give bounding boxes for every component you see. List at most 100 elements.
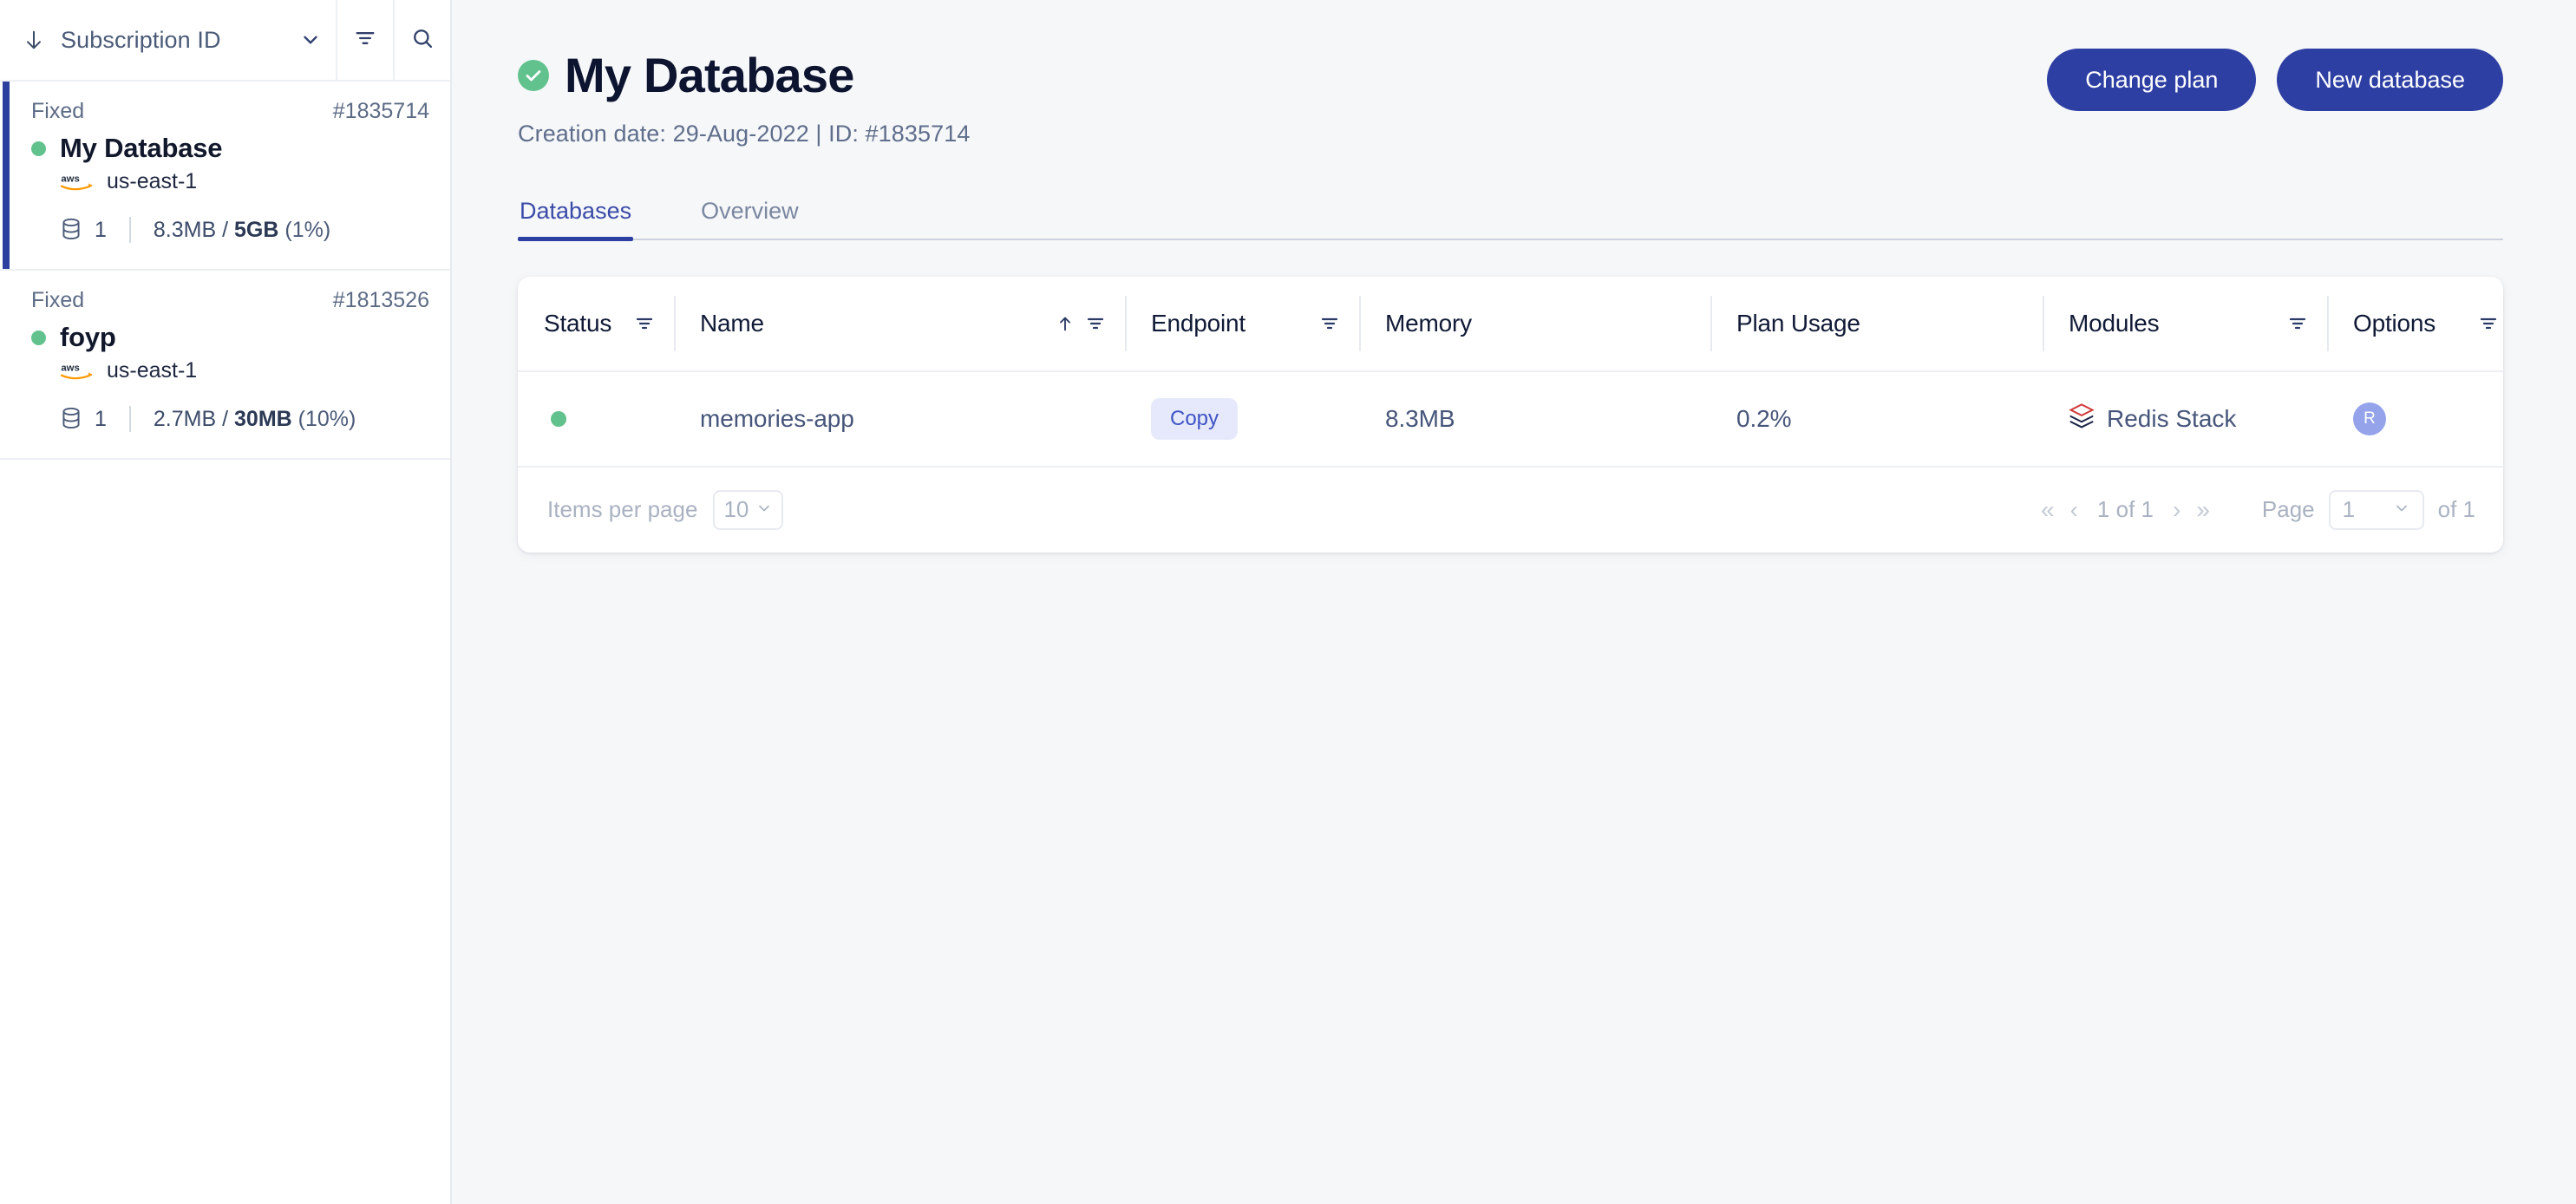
tab-overview[interactable]: Overview bbox=[699, 198, 816, 239]
subscription-plan: Fixed bbox=[31, 99, 85, 123]
table-row[interactable]: memories-app Copy 8.3MB 0.2% Redis Stack… bbox=[518, 372, 2503, 468]
sort-ascending-icon[interactable] bbox=[1056, 313, 1075, 334]
column-controls bbox=[634, 313, 674, 334]
status-dot-icon bbox=[31, 141, 46, 156]
cell-options: R bbox=[2327, 372, 2503, 466]
usage-separator: / bbox=[216, 406, 235, 431]
usage-separator: / bbox=[216, 217, 235, 242]
main-content: My Database Creation date: 29-Aug-2022 |… bbox=[452, 0, 2576, 1204]
column-header-name[interactable]: Name bbox=[674, 277, 1125, 370]
usage-percent: (1%) bbox=[284, 217, 331, 242]
subscription-name-row: My Database bbox=[31, 133, 429, 164]
subscription-meta: Fixed #1813526 bbox=[31, 288, 429, 313]
avatar[interactable]: R bbox=[2353, 402, 2386, 435]
sort-direction-icon[interactable] bbox=[19, 25, 49, 55]
column-label: Memory bbox=[1385, 309, 1472, 337]
subscription-meta: Fixed #1835714 bbox=[31, 99, 429, 124]
subscription-item-foyp[interactable]: Fixed #1813526 foyp aws us-east-1 1 2.7M… bbox=[0, 271, 450, 460]
subscription-list: Fixed #1835714 My Database aws us-east-1… bbox=[0, 82, 450, 1204]
subscription-region: us-east-1 bbox=[107, 169, 198, 193]
column-header-options[interactable]: Options bbox=[2327, 277, 2503, 370]
svg-text:aws: aws bbox=[61, 363, 79, 373]
filter-icon[interactable] bbox=[2287, 313, 2308, 334]
next-page-button[interactable]: › bbox=[2173, 497, 2180, 522]
column-label: Modules bbox=[2069, 309, 2160, 337]
sidebar-filter-button[interactable] bbox=[336, 0, 393, 81]
page-header: My Database Creation date: 29-Aug-2022 |… bbox=[452, 0, 2576, 147]
subscription-id: #1813526 bbox=[332, 288, 429, 312]
usage-total: 30MB bbox=[234, 406, 292, 431]
column-header-memory[interactable]: Memory bbox=[1359, 277, 1710, 370]
subscription-usage-row: 1 8.3MB / 5GB (1%) bbox=[60, 217, 429, 243]
check-circle-icon bbox=[518, 60, 549, 92]
change-plan-button[interactable]: Change plan bbox=[2047, 49, 2257, 111]
search-icon bbox=[410, 26, 435, 55]
database-icon bbox=[60, 217, 82, 243]
items-per-page-value: 10 bbox=[723, 496, 749, 523]
database-icon bbox=[60, 406, 82, 432]
databases-table-card: Status Name Endpoint Memory Plan Usage M… bbox=[518, 276, 2503, 553]
divider bbox=[128, 406, 131, 432]
column-controls bbox=[1319, 313, 1359, 334]
usage-total: 5GB bbox=[234, 217, 279, 242]
redis-stack-icon bbox=[2069, 402, 2095, 435]
page-label: Page bbox=[2261, 496, 2315, 523]
column-controls bbox=[1056, 313, 1125, 334]
subscription-plan: Fixed bbox=[31, 288, 85, 312]
aws-logo-icon: aws bbox=[60, 359, 95, 383]
subscription-usage-row: 1 2.7MB / 30MB (10%) bbox=[60, 406, 429, 432]
title-block: My Database Creation date: 29-Aug-2022 |… bbox=[518, 45, 970, 147]
table-footer: Items per page 10 « ‹ 1 of 1 › » Page 1 … bbox=[518, 468, 2503, 553]
filter-icon[interactable] bbox=[634, 313, 655, 334]
memory-value: 8.3MB bbox=[1385, 404, 1455, 432]
table-header-row: Status Name Endpoint Memory Plan Usage M… bbox=[518, 277, 2503, 372]
cell-name[interactable]: memories-app bbox=[674, 372, 1125, 466]
subscription-region-row: aws us-east-1 bbox=[60, 358, 429, 383]
pagination-group: « ‹ 1 of 1 › » Page 1 of 1 bbox=[2041, 489, 2475, 530]
column-header-plan-usage[interactable]: Plan Usage bbox=[1710, 277, 2043, 370]
new-database-button[interactable]: New database bbox=[2277, 49, 2503, 111]
items-per-page-select[interactable]: 10 bbox=[713, 489, 784, 530]
svg-text:aws: aws bbox=[61, 173, 79, 184]
subscription-name-row: foyp bbox=[31, 322, 429, 353]
aws-logo-icon: aws bbox=[60, 170, 95, 194]
cell-modules: Redis Stack bbox=[2043, 372, 2327, 466]
filter-icon[interactable] bbox=[2478, 313, 2499, 334]
tab-databases[interactable]: Databases bbox=[518, 198, 649, 241]
chevron-down-icon bbox=[755, 496, 773, 523]
column-header-modules[interactable]: Modules bbox=[2043, 277, 2327, 370]
filter-icon[interactable] bbox=[1319, 313, 1340, 334]
subscription-region-row: aws us-east-1 bbox=[60, 169, 429, 194]
page-total-label: of 1 bbox=[2437, 496, 2475, 523]
previous-page-button[interactable]: ‹ bbox=[2070, 497, 2078, 522]
module-name: Redis Stack bbox=[2107, 404, 2237, 432]
subscription-item-my-database[interactable]: Fixed #1835714 My Database aws us-east-1… bbox=[0, 82, 450, 271]
database-count: 1 bbox=[95, 406, 107, 431]
column-label: Endpoint bbox=[1151, 309, 1246, 337]
divider bbox=[128, 217, 131, 243]
subscription-region: us-east-1 bbox=[107, 358, 198, 383]
plan-usage-value: 0.2% bbox=[1736, 404, 1792, 432]
filter-icon bbox=[353, 26, 377, 55]
last-page-button[interactable]: » bbox=[2196, 497, 2210, 522]
cell-endpoint: Copy bbox=[1125, 372, 1359, 466]
column-label: Options bbox=[2353, 309, 2436, 337]
subscription-name: foyp bbox=[60, 322, 116, 352]
sidebar-search-button[interactable] bbox=[393, 0, 450, 81]
column-controls bbox=[2478, 313, 2503, 334]
page-select[interactable]: 1 bbox=[2328, 489, 2424, 530]
filter-icon[interactable] bbox=[1085, 313, 1106, 334]
subscription-sort-select[interactable]: Subscription ID bbox=[49, 0, 336, 81]
subscription-usage: 2.7MB / 30MB (10%) bbox=[154, 407, 356, 432]
usage-used: 2.7MB bbox=[153, 406, 217, 431]
sidebar: Subscription ID Fixed #1835714 My Databa… bbox=[0, 0, 452, 1204]
column-controls bbox=[2287, 313, 2327, 334]
column-header-status[interactable]: Status bbox=[518, 277, 674, 370]
pager: « ‹ 1 of 1 › » bbox=[2041, 496, 2210, 523]
first-page-button[interactable]: « bbox=[2041, 497, 2055, 522]
column-header-endpoint[interactable]: Endpoint bbox=[1125, 277, 1359, 370]
chevron-down-icon bbox=[299, 29, 322, 51]
subscription-id: #1835714 bbox=[332, 99, 429, 123]
copy-endpoint-button[interactable]: Copy bbox=[1151, 397, 1239, 440]
database-count: 1 bbox=[95, 217, 107, 242]
